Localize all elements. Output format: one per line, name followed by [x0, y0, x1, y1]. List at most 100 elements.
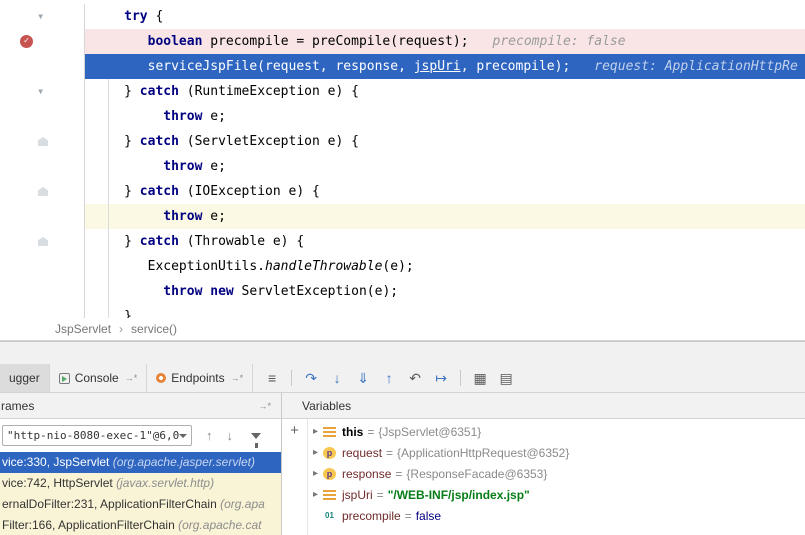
breakpoint-icon[interactable]: ✓ — [20, 35, 33, 48]
fold-end-icon[interactable] — [38, 137, 48, 146]
fold-end-icon[interactable] — [38, 187, 48, 196]
pin-icon[interactable]: →* — [258, 401, 271, 411]
editor-gutter[interactable] — [0, 154, 85, 179]
tab-label: ugger — [9, 371, 40, 385]
tab-endpoints[interactable]: Endpoints →* — [147, 364, 253, 392]
expand-icon[interactable]: ▸ — [308, 489, 323, 500]
code-token: handleThrowable — [265, 259, 382, 274]
debug-step-toolbar: ≡ ↷↓⇓↑↶↦ ▦▤ — [259, 364, 519, 392]
code-line[interactable]: ▾ try { — [0, 4, 805, 29]
code-line[interactable]: } catch (Throwable e) { — [0, 229, 805, 254]
code-line[interactable]: } catch (ServletException e) { — [0, 129, 805, 154]
editor-gutter[interactable] — [0, 279, 85, 304]
code-line[interactable]: } catch (IOException e) { — [0, 179, 805, 204]
code-line[interactable]: throw e; — [0, 104, 805, 129]
breadcrumb-method[interactable]: service() — [131, 318, 177, 340]
tab-indicator-icon: →* — [231, 373, 244, 383]
thread-selector[interactable]: "http-nio-8080-exec-1"@6,0 — [2, 425, 192, 446]
menu-icon[interactable]: ≡ — [259, 364, 285, 392]
expand-icon[interactable]: ▸ — [308, 426, 323, 437]
force-step-into-icon[interactable]: ⇓ — [350, 364, 376, 392]
editor-gutter[interactable]: ✓ — [0, 29, 85, 54]
value-icon — [323, 490, 336, 500]
fold-arrow-icon[interactable]: ▾ — [37, 4, 44, 29]
code-line[interactable]: throw new ServletException(e); — [0, 279, 805, 304]
editor-gutter[interactable] — [0, 304, 85, 318]
code-line[interactable]: ▾ } catch (RuntimeException e) { — [0, 79, 805, 104]
editor-gutter[interactable]: ▾ — [0, 79, 85, 104]
code-line[interactable]: throw e; — [0, 154, 805, 179]
code-token — [85, 109, 163, 124]
code-text: throw e; — [85, 154, 805, 179]
drop-frame-icon[interactable]: ↶ — [402, 364, 428, 392]
frame-row[interactable]: vice:330, JspServlet (org.apache.jasper.… — [0, 452, 281, 473]
endpoints-icon — [156, 373, 166, 383]
filter-icon[interactable] — [251, 433, 261, 439]
variable-row[interactable]: ▸presponse={ResponseFacade@6353} — [308, 463, 805, 484]
primitive-icon: 01 — [323, 510, 336, 522]
step-into-icon[interactable]: ↓ — [324, 364, 350, 392]
tab-console[interactable]: Console→* — [50, 364, 148, 392]
code-token: ServletException(e); — [234, 284, 398, 299]
fold-arrow-icon[interactable]: ▾ — [37, 79, 44, 104]
frame-row[interactable]: vice:742, HttpServlet (javax.servlet.htt… — [0, 473, 281, 494]
breadcrumb-separator: › — [119, 318, 123, 340]
variable-row[interactable]: ▸jspUri="/WEB-INF/jsp/index.jsp" — [308, 484, 805, 505]
code-token: } — [85, 309, 132, 318]
step-over-icon[interactable]: ↷ — [298, 364, 324, 392]
tab-label: Endpoints — [171, 371, 224, 385]
evaluate-expression-icon[interactable]: ▦ — [467, 364, 493, 392]
code-text: throw e; — [85, 104, 805, 129]
code-token: } — [85, 134, 140, 149]
expand-icon[interactable]: ▸ — [308, 447, 323, 458]
editor-gutter[interactable] — [0, 179, 85, 204]
frame-row[interactable]: Filter:166, ApplicationFilterChain (org.… — [0, 515, 281, 535]
code-editor[interactable]: ▾ try {✓ boolean precompile = preCompile… — [0, 0, 805, 318]
frame-location: vice:330, JspServlet — [2, 455, 113, 469]
editor-gutter[interactable] — [0, 54, 85, 79]
code-line[interactable]: ExceptionUtils.handleThrowable(e); — [0, 254, 805, 279]
editor-gutter[interactable] — [0, 204, 85, 229]
frame-package: (org.apache.cat — [178, 518, 261, 532]
code-text: } — [85, 304, 805, 318]
editor-gutter[interactable] — [0, 104, 85, 129]
variable-row[interactable]: ▸prequest={ApplicationHttpRequest@6352} — [308, 442, 805, 463]
editor-gutter[interactable] — [0, 254, 85, 279]
code-line[interactable]: ✓ boolean precompile = preCompile(reques… — [0, 29, 805, 54]
code-token: (IOException e) { — [179, 184, 320, 199]
code-line[interactable]: throw e; — [0, 204, 805, 229]
toolbar-separator — [460, 370, 461, 386]
variable-name: precompile — [342, 509, 401, 523]
variable-row[interactable]: 01precompile=false — [308, 505, 805, 526]
tool-window-splitter[interactable] — [0, 341, 805, 364]
editor-gutter[interactable]: ▾ — [0, 4, 85, 29]
fold-end-icon[interactable] — [38, 237, 48, 246]
toolbar-separator — [291, 370, 292, 386]
expand-icon[interactable]: ▸ — [308, 468, 323, 479]
editor-gutter[interactable] — [0, 129, 85, 154]
add-watch-button[interactable]: + — [290, 424, 299, 438]
variables-panel: + ▸this={JspServlet@6351}▸prequest={Appl… — [282, 419, 805, 535]
code-token: } — [85, 234, 140, 249]
frame-row[interactable]: ernalDoFilter:231, ApplicationFilterChai… — [0, 494, 281, 515]
code-token: throw — [163, 159, 202, 174]
code-line[interactable]: } — [0, 304, 805, 318]
code-token: boolean — [148, 34, 203, 49]
layout-settings-icon[interactable]: ▤ — [493, 364, 519, 392]
variable-name: jspUri — [342, 488, 373, 502]
run-to-cursor-icon[interactable]: ↦ — [428, 364, 454, 392]
tab-ugger[interactable]: ugger — [0, 364, 50, 392]
tab-indicator-icon: →* — [125, 373, 138, 383]
prev-frame-icon[interactable]: ↑ — [206, 428, 213, 443]
variable-value: {ApplicationHttpRequest@6352} — [397, 446, 569, 460]
next-frame-icon[interactable]: ↓ — [227, 428, 234, 443]
frame-location: vice:742, HttpServlet — [2, 476, 116, 490]
code-token: catch — [140, 84, 179, 99]
variable-row[interactable]: ▸this={JspServlet@6351} — [308, 421, 805, 442]
step-out-icon[interactable]: ↑ — [376, 364, 402, 392]
code-lines: ▾ try {✓ boolean precompile = preCompile… — [0, 0, 805, 318]
code-line[interactable]: serviceJspFile(request, response, jspUri… — [0, 54, 805, 79]
breadcrumb-class[interactable]: JspServlet — [55, 318, 111, 340]
code-token: e; — [202, 209, 225, 224]
editor-gutter[interactable] — [0, 229, 85, 254]
